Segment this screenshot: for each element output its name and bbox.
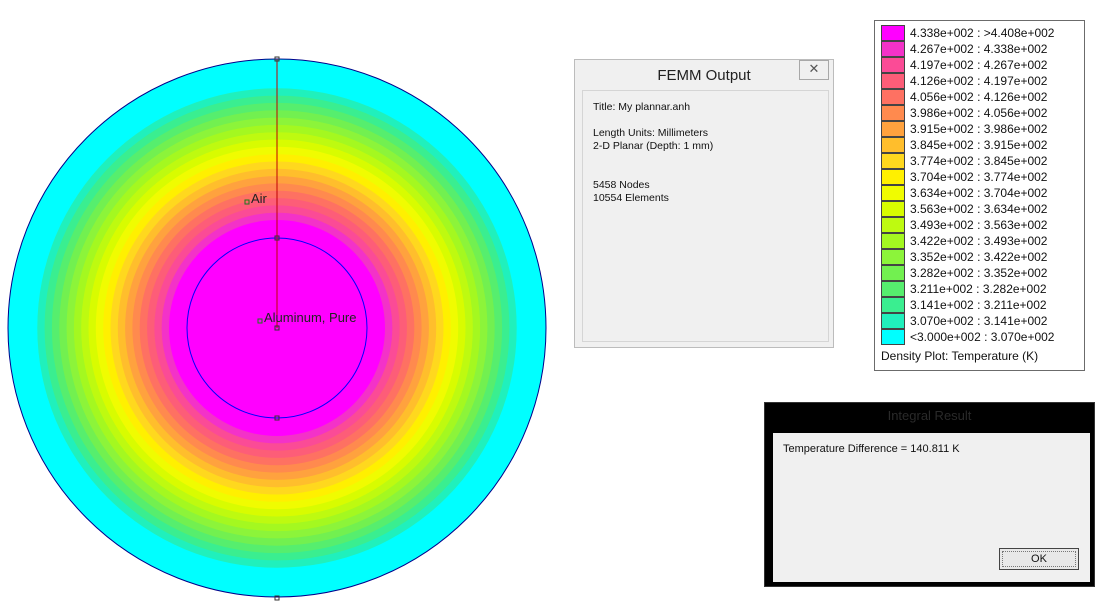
legend-label: 4.267e+002 : 4.338e+002 (910, 42, 1048, 56)
density-legend: 4.338e+002 : >4.408e+002 4.267e+002 : 4.3… (874, 20, 1085, 371)
legend-swatch (881, 89, 905, 105)
legend-swatch (881, 313, 905, 329)
region-label-air: Air (251, 191, 268, 206)
legend-swatch (881, 281, 905, 297)
legend-label: 4.126e+002 : 4.197e+002 (910, 74, 1048, 88)
legend-label: 3.141e+002 : 3.211e+002 (910, 298, 1047, 312)
legend-label: 4.056e+002 : 4.126e+002 (910, 90, 1048, 104)
legend-swatch (881, 25, 905, 41)
legend-label: 3.422e+002 : 3.493e+002 (910, 234, 1048, 248)
legend-swatch (881, 233, 905, 249)
legend-swatch (881, 137, 905, 153)
window-title: FEMM Output (657, 67, 751, 84)
length-units-text: Length Units: Millimeters (593, 127, 708, 139)
legend-swatch (881, 249, 905, 265)
legend-swatch (881, 169, 905, 185)
legend-label: 3.211e+002 : 3.282e+002 (910, 282, 1047, 296)
legend-label: 3.070e+002 : 3.141e+002 (910, 314, 1048, 328)
legend-swatch (881, 121, 905, 137)
nodes-count-text: 5458 Nodes (593, 179, 650, 191)
problem-title-text: Title: My plannar.anh (593, 101, 691, 113)
ok-button[interactable]: OK (999, 548, 1079, 570)
legend-swatch (881, 153, 905, 169)
legend-label: 3.352e+002 : 3.422e+002 (910, 250, 1048, 264)
legend-label: <3.000e+002 : 3.070e+002 (910, 330, 1055, 344)
output-text-area: Title: My plannar.anh Length Units: Mill… (582, 90, 829, 342)
legend-swatch (881, 73, 905, 89)
legend-swatch (881, 57, 905, 73)
femm-output-window: FEMM Output ✕ Title: My plannar.anh Leng… (574, 59, 834, 348)
legend-label: 4.197e+002 : 4.267e+002 (910, 58, 1048, 72)
dialog-body: Temperature Difference = 140.811 K OK (773, 433, 1090, 582)
legend-label: 3.774e+002 : 3.845e+002 (910, 154, 1048, 168)
legend-swatch (881, 217, 905, 233)
legend-label: 3.845e+002 : 3.915e+002 (910, 138, 1048, 152)
legend-swatch (881, 185, 905, 201)
planar-depth-text: 2-D Planar (Depth: 1 mm) (593, 140, 714, 152)
legend-swatch (881, 201, 905, 217)
elements-count-text: 10554 Elements (593, 192, 669, 204)
legend-label: 3.986e+002 : 4.056e+002 (910, 106, 1048, 120)
legend-title: Density Plot: Temperature (K) (881, 349, 1039, 363)
legend-swatch (881, 265, 905, 281)
close-icon[interactable]: ✕ (799, 60, 829, 80)
region-label-aluminum: Aluminum, Pure (264, 310, 356, 325)
legend-swatch (881, 41, 905, 57)
legend-label: 3.282e+002 : 3.352e+002 (910, 266, 1048, 280)
legend-label: 3.493e+002 : 3.563e+002 (910, 218, 1048, 232)
legend-label: 3.634e+002 : 3.704e+002 (910, 186, 1048, 200)
legend-label: 3.704e+002 : 3.774e+002 (910, 170, 1048, 184)
dialog-title: Integral Result (887, 408, 972, 423)
density-plot[interactable]: Air Aluminum, Pure (0, 0, 560, 613)
legend-swatch (881, 329, 905, 345)
integral-result-dialog: Integral Result Temperature Difference =… (764, 402, 1095, 587)
legend-label: 4.338e+002 : >4.408e+002 (910, 26, 1055, 40)
legend-label: 3.563e+002 : 3.634e+002 (910, 202, 1048, 216)
integral-message: Temperature Difference = 140.811 K (783, 443, 960, 455)
legend-label: 3.915e+002 : 3.986e+002 (910, 122, 1048, 136)
legend-swatch (881, 105, 905, 121)
legend-swatch (881, 297, 905, 313)
